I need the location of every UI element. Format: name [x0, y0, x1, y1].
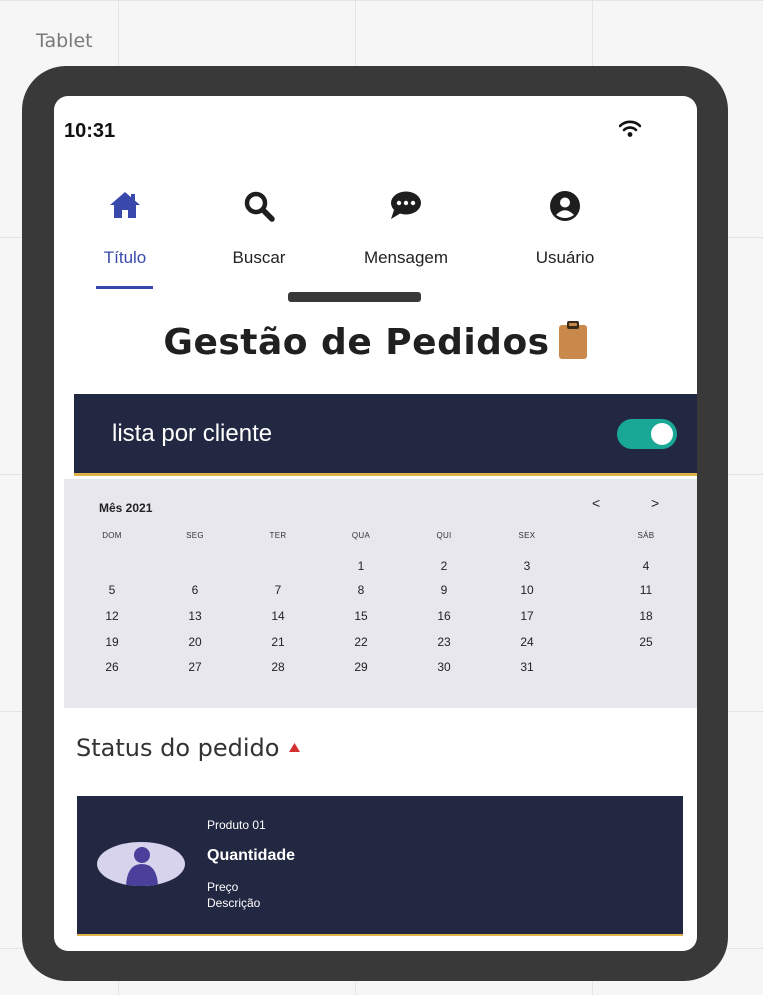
toggle-label: lista por cliente [112, 420, 273, 447]
calendar-weekday: QUI [436, 531, 452, 540]
wifi-icon [619, 120, 641, 137]
product-description: Descrição [207, 896, 261, 910]
active-tab-indicator [96, 286, 153, 289]
tab-buscar[interactable]: Buscar [199, 190, 319, 290]
calendar-day[interactable]: 5 [92, 583, 132, 597]
order-card[interactable]: Produto 01 Quantidade Preço Descrição [77, 796, 683, 936]
calendar-day[interactable]: 26 [92, 660, 132, 674]
calendar-weekday: SEG [186, 531, 204, 540]
calendar-month-label: Mês 2021 [99, 501, 153, 515]
calendar-day[interactable]: 2 [424, 559, 464, 573]
calendar-weekday: SÁB [637, 531, 655, 540]
calendar-day[interactable]: 31 [507, 660, 547, 674]
calendar-day[interactable]: 14 [258, 609, 298, 623]
client-list-switch[interactable] [617, 419, 677, 449]
switch-knob [651, 423, 673, 445]
calendar-day[interactable]: 9 [424, 583, 464, 597]
calendar-day[interactable]: 1 [341, 559, 381, 573]
calendar-day[interactable]: 19 [92, 635, 132, 649]
caret-up-icon[interactable] [289, 730, 301, 758]
calendar-day[interactable]: 7 [258, 583, 298, 597]
calendar-day[interactable]: 17 [507, 609, 547, 623]
calendar-day[interactable]: 20 [175, 635, 215, 649]
calendar-day[interactable]: 29 [341, 660, 381, 674]
status-heading-text: Status do pedido [76, 734, 280, 762]
clipboard-icon [558, 320, 588, 369]
message-icon [346, 190, 466, 226]
calendar-day[interactable]: 25 [626, 635, 666, 649]
client-list-toggle-bar: lista por cliente [74, 394, 697, 476]
status-heading: Status do pedido [76, 730, 301, 762]
calendar-day[interactable]: 15 [341, 609, 381, 623]
tab-titulo[interactable]: Título [65, 190, 185, 290]
calendar-day[interactable]: 12 [92, 609, 132, 623]
drag-handle[interactable] [288, 292, 421, 302]
search-icon [199, 190, 319, 226]
calendar-day[interactable]: 18 [626, 609, 666, 623]
calendar-day[interactable]: 28 [258, 660, 298, 674]
calendar-next-button[interactable]: > [651, 495, 659, 511]
tab-label: Mensagem [363, 248, 449, 267]
calendar-day[interactable]: 24 [507, 635, 547, 649]
calendar-day[interactable]: 21 [258, 635, 298, 649]
page-title: Gestão de Pedidos [54, 320, 697, 369]
product-name: Produto 01 [207, 818, 266, 832]
tab-label: Buscar [232, 248, 286, 267]
calendar-day[interactable]: 6 [175, 583, 215, 597]
canvas-label: Tablet [36, 30, 93, 52]
calendar-day[interactable]: 30 [424, 660, 464, 674]
calendar-day[interactable]: 23 [424, 635, 464, 649]
calendar-day[interactable]: 11 [626, 583, 666, 597]
user-icon [505, 190, 625, 226]
calendar-day[interactable]: 4 [626, 559, 666, 573]
calendar-day[interactable]: 16 [424, 609, 464, 623]
calendar-day[interactable]: 3 [507, 559, 547, 573]
calendar: Mês 2021 < > DOM SEG TER QUA QUI SEX SÁB… [64, 479, 697, 708]
calendar-day[interactable]: 8 [341, 583, 381, 597]
tab-mensagem[interactable]: Mensagem [346, 190, 466, 290]
calendar-day[interactable]: 27 [175, 660, 215, 674]
tab-label: Título [103, 248, 147, 267]
tablet-screen: 10:31 Título Buscar Mensagem Usuário Ges… [54, 96, 697, 951]
status-time: 10:31 [64, 120, 116, 142]
calendar-day[interactable]: 22 [341, 635, 381, 649]
calendar-weekday: SEX [518, 531, 536, 540]
tab-label: Usuário [535, 248, 595, 267]
calendar-prev-button[interactable]: < [592, 495, 600, 511]
home-icon [65, 190, 185, 226]
calendar-weekday: DOM [102, 531, 122, 540]
product-price: Preço [207, 880, 239, 894]
product-quantity: Quantidade [207, 847, 296, 864]
calendar-day[interactable]: 10 [507, 583, 547, 597]
calendar-weekday: TER [269, 531, 287, 540]
user-avatar-icon [97, 842, 185, 886]
page-title-text: Gestão de Pedidos [163, 322, 550, 363]
tab-usuario[interactable]: Usuário [505, 190, 625, 290]
calendar-weekday: QUA [351, 531, 371, 540]
calendar-day[interactable]: 13 [175, 609, 215, 623]
